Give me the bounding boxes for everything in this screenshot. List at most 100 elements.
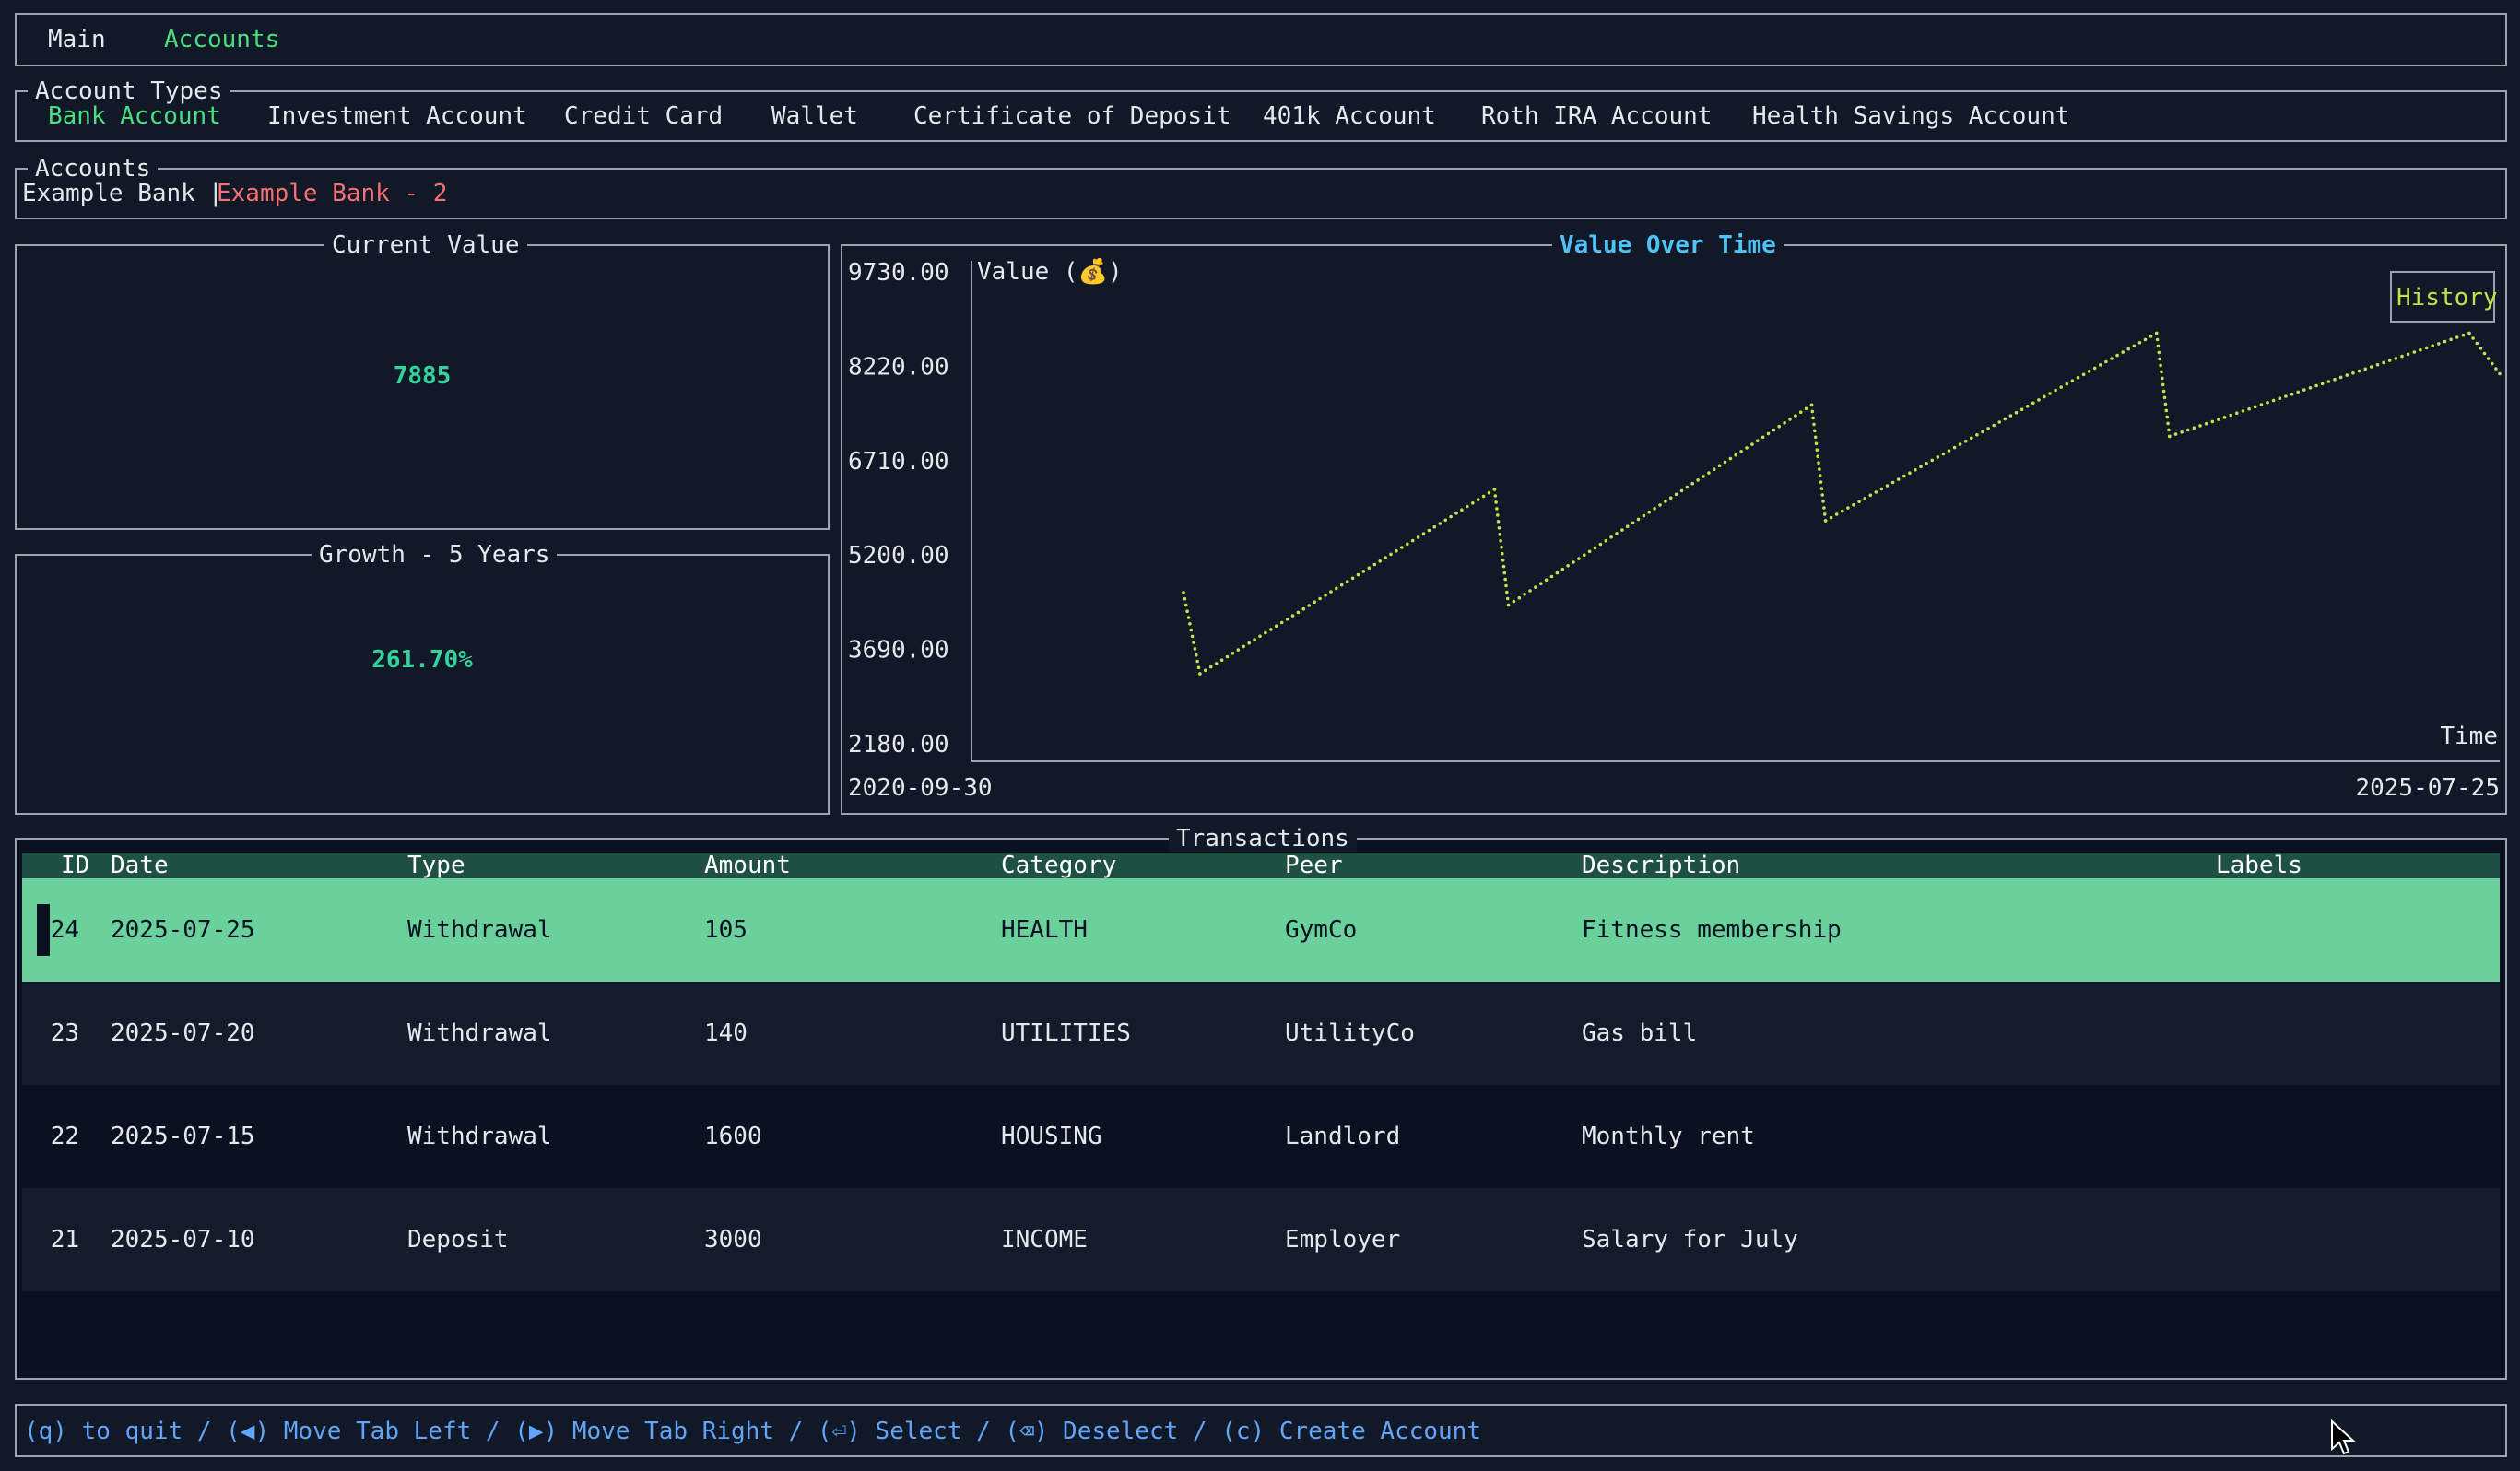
col-labels[interactable]: Labels: [2216, 853, 2302, 878]
account-type-wallet[interactable]: Wallet: [771, 103, 858, 129]
series-point: [1925, 462, 1928, 465]
series-point: [1690, 481, 1694, 486]
col-amount[interactable]: Amount: [704, 853, 791, 878]
series-point: [1185, 609, 1189, 613]
series-point: [1819, 487, 1824, 490]
col-id[interactable]: ID: [61, 853, 89, 878]
cell-peer: GymCo: [1285, 916, 1358, 944]
series-point: [1707, 471, 1711, 475]
series-point: [1863, 497, 1866, 500]
series-point: [1416, 535, 1420, 539]
series-point: [1214, 662, 1219, 665]
series-point: [1822, 506, 1826, 510]
account-type-cd[interactable]: Certificate of Deposit: [913, 103, 1231, 129]
series-point: [1290, 614, 1295, 618]
table-row[interactable]: 21 2025-07-10 Deposit 3000 INCOME Employ…: [22, 1188, 2500, 1291]
account-example-bank-2[interactable]: Example Bank - 2: [217, 181, 447, 206]
series-point: [2160, 370, 2163, 374]
series-point: [1975, 433, 1979, 437]
table-row-selected[interactable]: 24 2025-07-25 Withdrawal 105 HEALTH GymC…: [22, 878, 2500, 982]
series-point: [2099, 363, 2102, 367]
series-point: [2162, 395, 2167, 400]
series-point: [1497, 526, 1501, 530]
series-point: [1970, 436, 1973, 440]
cell-date: 2025-07-25: [111, 916, 255, 944]
col-date[interactable]: Date: [111, 853, 169, 878]
series-point: [1783, 421, 1786, 425]
cell-id: 23: [50, 1019, 79, 1047]
series-point: [2437, 342, 2441, 346]
series-point: [1766, 431, 1771, 436]
series-point: [1192, 641, 1195, 644]
series-point: [1814, 441, 1819, 446]
series-point: [1874, 490, 1878, 494]
series-point: [2271, 398, 2276, 403]
series-point: [1183, 603, 1188, 607]
series-point: [2491, 361, 2494, 366]
y-tick-label: 2180.00: [848, 731, 949, 759]
col-peer[interactable]: Peer: [1285, 853, 1343, 878]
series-point: [1555, 571, 1560, 575]
series-point: [1505, 590, 1509, 594]
series-point: [1345, 580, 1349, 583]
series-point: [1587, 549, 1592, 554]
series-point: [1400, 546, 1404, 549]
series-point: [1952, 445, 1957, 450]
y-tick-label: 6710.00: [848, 448, 949, 476]
series-point: [1577, 557, 1581, 560]
account-type-bank[interactable]: Bank Account: [48, 103, 221, 129]
cell-amount: 1600: [704, 1123, 762, 1150]
account-type-investment[interactable]: Investment Account: [267, 103, 527, 129]
series-point: [2155, 337, 2160, 342]
series-point: [2154, 331, 2159, 335]
account-types-panel: Account Types Bank Account Investment Ac…: [15, 78, 2507, 142]
series-point: [1432, 524, 1437, 529]
series-point: [1406, 542, 1409, 547]
series-point: [1500, 545, 1503, 549]
col-description[interactable]: Description: [1582, 853, 1740, 878]
series-point: [1186, 616, 1191, 619]
series-point: [1813, 429, 1817, 433]
series-point: [1936, 455, 1940, 459]
series-point: [1728, 456, 1733, 461]
series-point: [2296, 390, 2300, 394]
series-point: [1636, 517, 1641, 522]
series-point: [1745, 446, 1749, 450]
series-point: [1664, 500, 1667, 503]
series-point: [2241, 409, 2245, 413]
account-type-hsa[interactable]: Health Savings Account: [1752, 103, 2069, 129]
table-row[interactable]: 22 2025-07-15 Withdrawal 1600 HOUSING La…: [22, 1085, 2500, 1188]
series-point: [1427, 528, 1431, 533]
series-point: [2204, 421, 2208, 426]
account-type-roth-ira[interactable]: Roth IRA Account: [1481, 103, 1712, 129]
col-type[interactable]: Type: [407, 853, 465, 878]
tab-main[interactable]: Main: [48, 27, 106, 53]
series-point: [1493, 494, 1498, 498]
series-point: [1544, 578, 1549, 583]
table-row[interactable]: 23 2025-07-20 Withdrawal 140 UTILITIES U…: [22, 982, 2500, 1085]
tab-accounts[interactable]: Accounts: [164, 27, 279, 53]
cell-amount: 105: [704, 916, 748, 944]
series-point: [1812, 422, 1816, 427]
col-category[interactable]: Category: [1001, 853, 1116, 878]
account-type-401k[interactable]: 401k Account: [1263, 103, 1436, 129]
series-point: [2455, 335, 2459, 339]
series-point: [1820, 493, 1824, 497]
cell-type: Withdrawal: [407, 916, 552, 944]
series-point: [1471, 501, 1475, 505]
series-point: [1809, 403, 1814, 407]
series-point: [2167, 428, 2171, 432]
cell-category: UTILITIES: [1001, 1019, 1131, 1047]
series-point: [1236, 648, 1241, 652]
series-point: [1496, 513, 1500, 517]
series-point: [2137, 341, 2142, 345]
series-point: [1615, 532, 1619, 535]
series-point: [1821, 500, 1825, 503]
accounts-panel: Accounts Example Bank | Example Bank - 2: [15, 156, 2507, 219]
current-value-panel: Current Value 7885: [15, 232, 830, 530]
account-type-credit-card[interactable]: Credit Card: [564, 103, 723, 129]
series-point: [2104, 359, 2108, 364]
account-example-bank[interactable]: Example Bank: [22, 181, 195, 206]
series-point: [1528, 589, 1532, 593]
series-point: [1182, 591, 1185, 594]
